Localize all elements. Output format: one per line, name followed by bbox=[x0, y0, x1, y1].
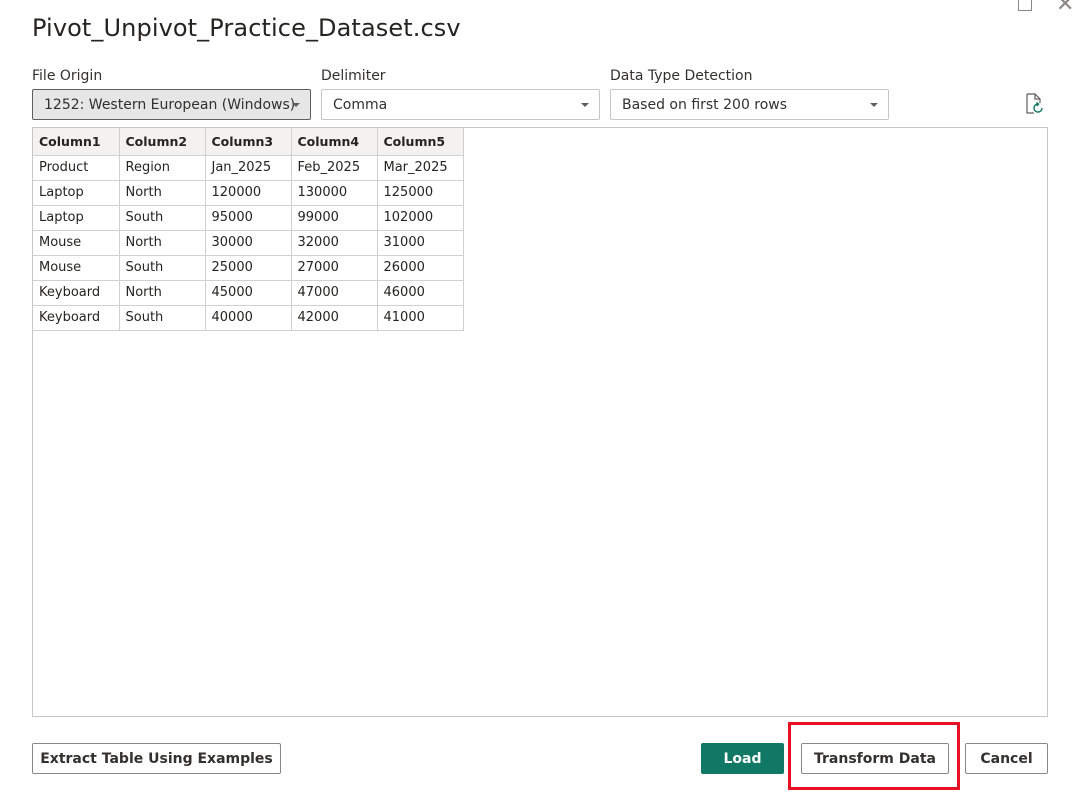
table-cell: South bbox=[118, 204, 206, 231]
column-header: Column1 bbox=[33, 128, 120, 156]
table-row: Laptop South 95000 99000 102000 bbox=[33, 204, 464, 231]
table-header-row: Column1 Column2 Column3 Column4 Column5 bbox=[33, 128, 464, 156]
table-cell: North bbox=[118, 179, 206, 206]
table-cell: 95000 bbox=[204, 204, 292, 231]
import-dialog: ✕ Pivot_Unpivot_Practice_Dataset.csv Fil… bbox=[0, 0, 1083, 801]
table-cell: 32000 bbox=[290, 229, 378, 256]
maximize-icon[interactable] bbox=[1018, 0, 1032, 11]
file-origin-label: File Origin bbox=[32, 68, 103, 84]
chevron-down-icon bbox=[581, 103, 589, 107]
table-row: Mouse South 25000 27000 26000 bbox=[33, 254, 464, 281]
table-cell: 31000 bbox=[376, 229, 464, 256]
dialog-title: Pivot_Unpivot_Practice_Dataset.csv bbox=[32, 14, 461, 42]
table-cell: 99000 bbox=[290, 204, 378, 231]
data-preview-pane: Column1 Column2 Column3 Column4 Column5 … bbox=[32, 127, 1048, 717]
table-row: Keyboard North 45000 47000 46000 bbox=[33, 279, 464, 306]
column-header: Column2 bbox=[118, 128, 206, 156]
table-cell: Mouse bbox=[33, 254, 120, 281]
table-row: Product Region Jan_2025 Feb_2025 Mar_202… bbox=[33, 154, 464, 181]
file-origin-value: 1252: Western European (Windows) bbox=[44, 97, 296, 113]
table-cell: North bbox=[118, 279, 206, 306]
table-cell: North bbox=[118, 229, 206, 256]
table-cell: Keyboard bbox=[33, 279, 120, 306]
data-type-detection-label: Data Type Detection bbox=[610, 68, 753, 84]
table-cell: Mar_2025 bbox=[376, 154, 464, 181]
table-cell: Jan_2025 bbox=[204, 154, 292, 181]
cancel-button[interactable]: Cancel bbox=[965, 743, 1048, 774]
table-cell: 125000 bbox=[376, 179, 464, 206]
table-cell: 25000 bbox=[204, 254, 292, 281]
refresh-preview-icon[interactable] bbox=[1024, 93, 1044, 115]
column-header: Column4 bbox=[290, 128, 378, 156]
table-cell: 41000 bbox=[376, 304, 464, 331]
extract-table-using-examples-button[interactable]: Extract Table Using Examples bbox=[32, 743, 281, 774]
table-cell: 42000 bbox=[290, 304, 378, 331]
close-icon[interactable]: ✕ bbox=[1056, 0, 1074, 17]
table-cell: 46000 bbox=[376, 279, 464, 306]
table-cell: Laptop bbox=[33, 204, 120, 231]
data-preview-table: Column1 Column2 Column3 Column4 Column5 … bbox=[33, 128, 464, 331]
chevron-down-icon bbox=[870, 103, 878, 107]
table-cell: South bbox=[118, 254, 206, 281]
column-header: Column3 bbox=[204, 128, 292, 156]
table-cell: 40000 bbox=[204, 304, 292, 331]
chevron-down-icon bbox=[292, 103, 300, 107]
delimiter-dropdown[interactable]: Comma bbox=[321, 89, 600, 120]
data-type-detection-dropdown[interactable]: Based on first 200 rows bbox=[610, 89, 889, 120]
table-cell: Mouse bbox=[33, 229, 120, 256]
table-cell: 45000 bbox=[204, 279, 292, 306]
delimiter-label: Delimiter bbox=[321, 68, 386, 84]
table-cell: 47000 bbox=[290, 279, 378, 306]
file-origin-dropdown[interactable]: 1252: Western European (Windows) bbox=[32, 89, 311, 120]
column-header: Column5 bbox=[376, 128, 464, 156]
delimiter-value: Comma bbox=[333, 97, 388, 113]
table-cell: 120000 bbox=[204, 179, 292, 206]
table-cell: Region bbox=[118, 154, 206, 181]
table-cell: 26000 bbox=[376, 254, 464, 281]
table-cell: Product bbox=[33, 154, 120, 181]
table-cell: Keyboard bbox=[33, 304, 120, 331]
table-row: Keyboard South 40000 42000 41000 bbox=[33, 304, 464, 331]
table-cell: 30000 bbox=[204, 229, 292, 256]
table-cell: 130000 bbox=[290, 179, 378, 206]
table-cell: 27000 bbox=[290, 254, 378, 281]
transform-data-button[interactable]: Transform Data bbox=[801, 743, 949, 774]
table-cell: Laptop bbox=[33, 179, 120, 206]
table-cell: South bbox=[118, 304, 206, 331]
load-button[interactable]: Load bbox=[701, 743, 784, 774]
table-cell: Feb_2025 bbox=[290, 154, 378, 181]
table-cell: 102000 bbox=[376, 204, 464, 231]
data-type-detection-value: Based on first 200 rows bbox=[622, 97, 788, 113]
table-row: Laptop North 120000 130000 125000 bbox=[33, 179, 464, 206]
table-row: Mouse North 30000 32000 31000 bbox=[33, 229, 464, 256]
